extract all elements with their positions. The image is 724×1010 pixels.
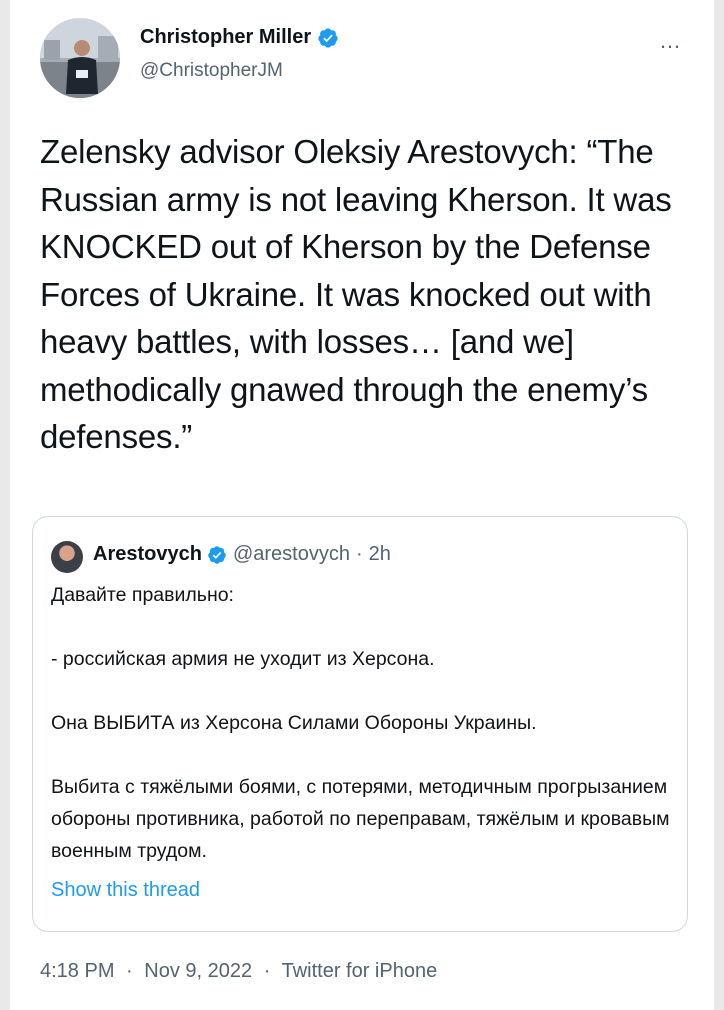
footer-separator: ·: [263, 960, 271, 982]
quoted-paragraph: - российская армия не уходит из Херсона.: [51, 648, 435, 670]
tweet-card: Christopher Miller @ChristopherJM … Zele…: [10, 0, 714, 1010]
quoted-author-handle[interactable]: @arestovych: [233, 543, 350, 566]
tweet-source[interactable]: Twitter for iPhone: [282, 960, 438, 982]
quoted-paragraph: Она ВЫБИТА из Херсона Силами Обороны Укр…: [51, 712, 537, 734]
quoted-tweet-body: Давайте правильно: - российская армия не…: [51, 579, 681, 867]
meta-separator: ·: [355, 543, 363, 565]
quoted-tweet-time[interactable]: 2h: [369, 543, 391, 566]
verified-badge-icon: [318, 27, 338, 48]
author-avatar[interactable]: [40, 18, 120, 98]
profile-photo: [40, 18, 120, 98]
tweet-footer: 4:18 PM · Nov 9, 2022 · Twitter for iPho…: [40, 960, 437, 983]
footer-separator: ·: [126, 960, 133, 982]
verified-badge-icon: [208, 545, 226, 564]
quoted-paragraph: Выбита с тяжёлыми боями, с потерями, мет…: [51, 776, 670, 862]
quoted-tweet-header: Arestovych @arestovych · 2h: [93, 543, 391, 566]
quoted-tweet[interactable]: Arestovych @arestovych · 2h Давайте прав…: [32, 516, 688, 932]
author-handle[interactable]: @ChristopherJM: [140, 60, 283, 82]
tweet-time[interactable]: 4:18 PM: [40, 960, 114, 982]
tweet-date[interactable]: Nov 9, 2022: [144, 960, 252, 982]
show-thread-link[interactable]: Show this thread: [51, 879, 200, 902]
author-name-row: Christopher Miller: [140, 26, 339, 49]
tweet-text: Zelensky advisor Oleksiy Arestovych: “Th…: [40, 133, 672, 455]
quoted-author-name[interactable]: Arestovych: [93, 543, 202, 566]
quoted-paragraph: Давайте правильно:: [51, 584, 234, 606]
quoted-author-avatar[interactable]: [51, 541, 83, 573]
more-options-icon[interactable]: …: [659, 28, 682, 54]
author-display-name[interactable]: Christopher Miller: [140, 26, 311, 49]
